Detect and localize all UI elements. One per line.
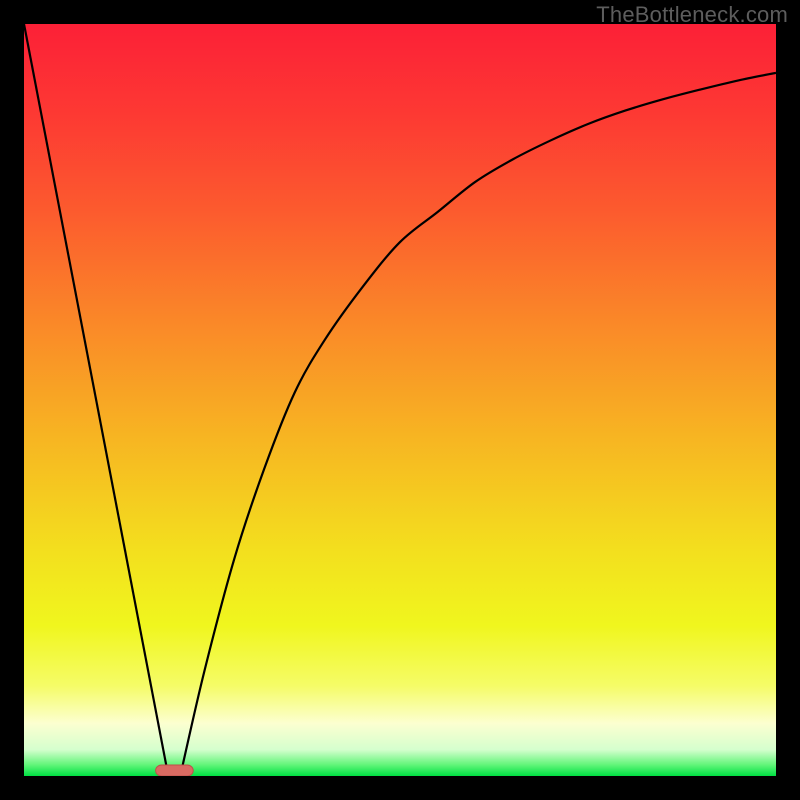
baseline-marker	[156, 765, 194, 776]
plot-area	[24, 24, 776, 776]
chart-frame: TheBottleneck.com	[0, 0, 800, 800]
gradient-background	[24, 24, 776, 776]
chart-svg	[24, 24, 776, 776]
watermark-text: TheBottleneck.com	[596, 2, 788, 28]
